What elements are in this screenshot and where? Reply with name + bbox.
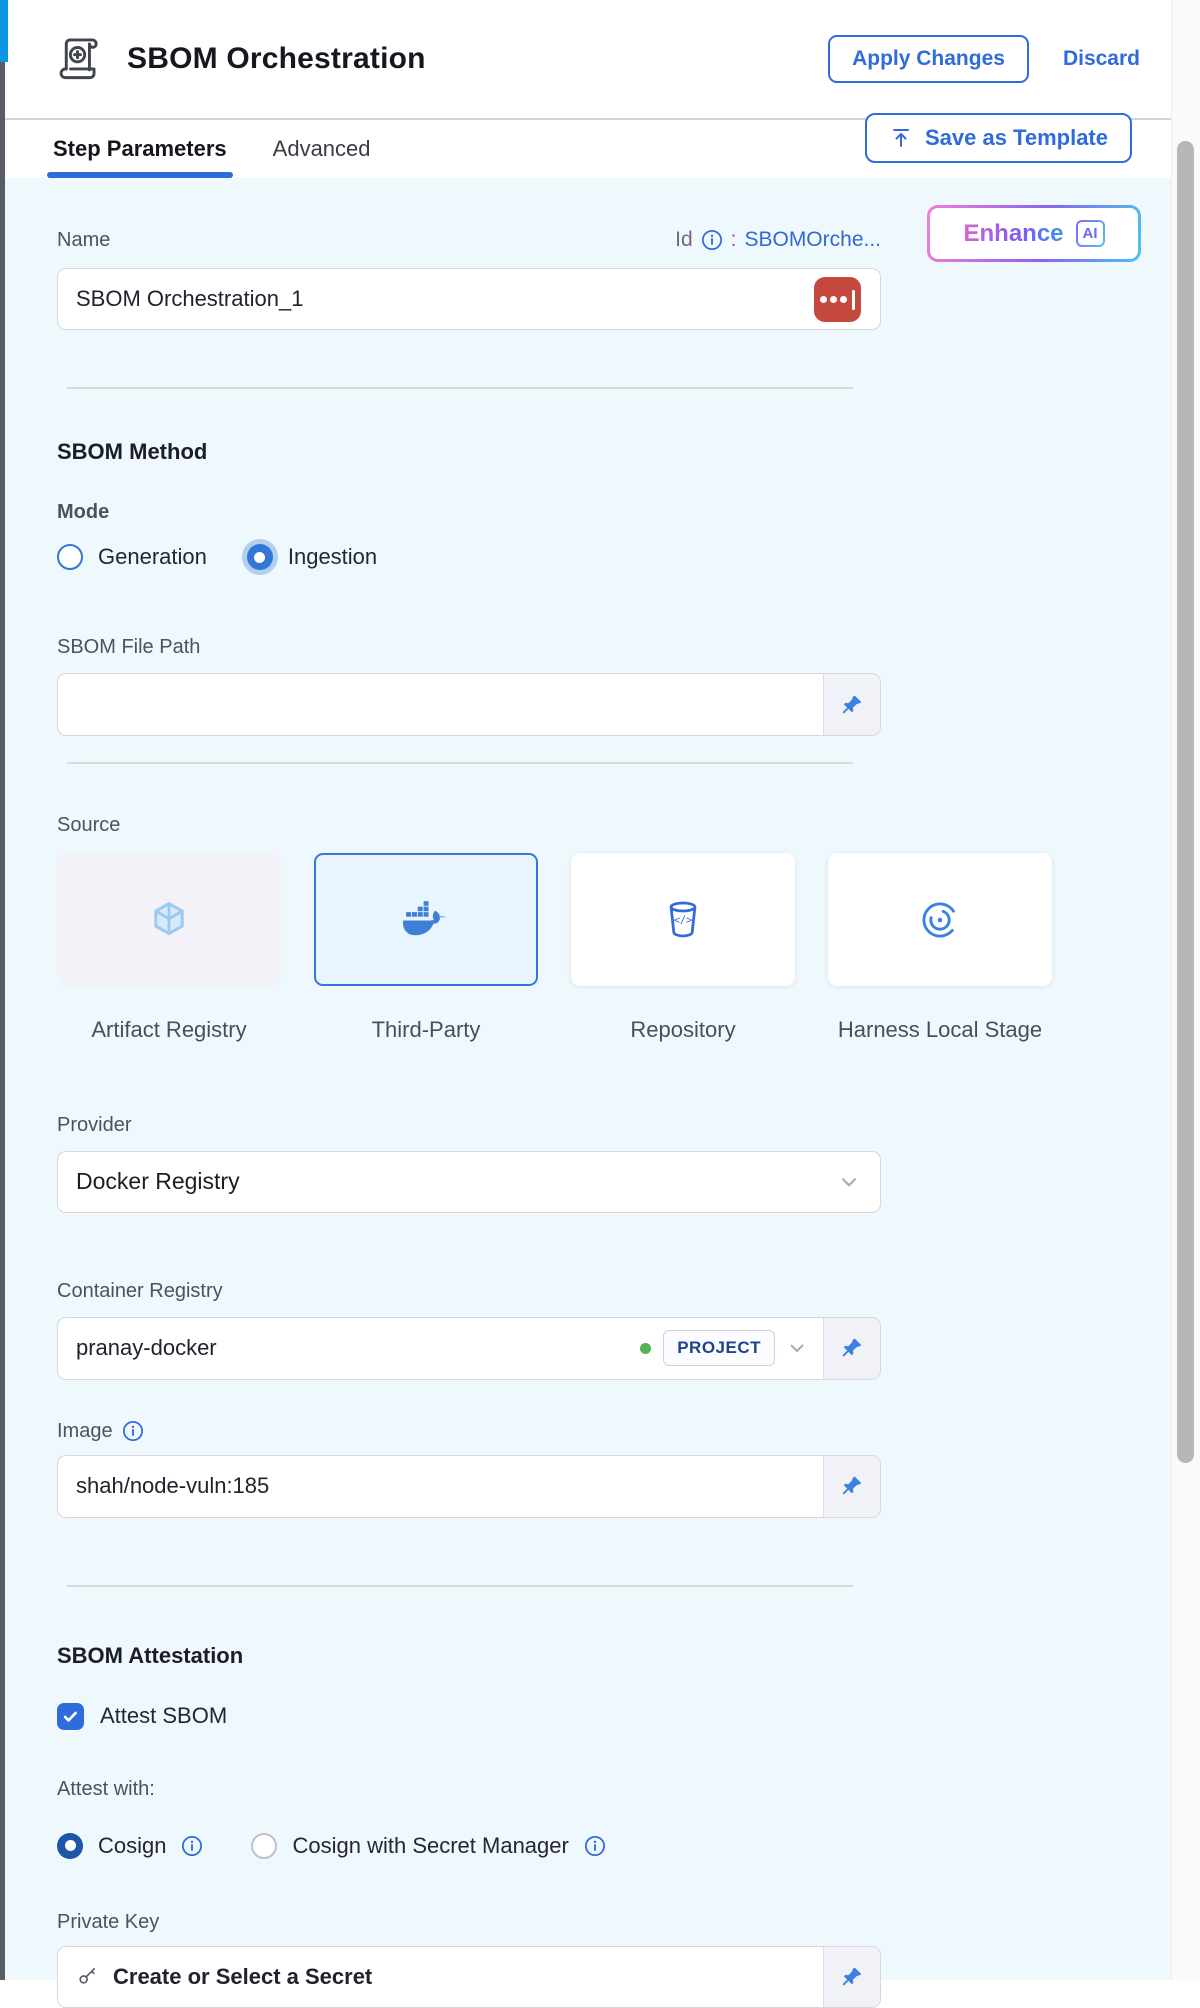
section-divider (67, 387, 853, 389)
private-key-field[interactable]: Create or Select a Secret (57, 1946, 881, 2008)
source-label-repository: Repository (630, 1014, 735, 1046)
private-key-label: Private Key (57, 1911, 1172, 1934)
step-id-value[interactable]: SBOMOrche... (744, 228, 881, 252)
image-input[interactable] (58, 1456, 823, 1517)
panel-header: SBOM Orchestration Apply Changes Discard (5, 0, 1172, 118)
enhance-label: Enhance (963, 220, 1063, 248)
source-card-harness-local-stage[interactable] (828, 853, 1052, 986)
apply-changes-button[interactable]: Apply Changes (828, 35, 1029, 83)
source-label-third-party: Third-Party (372, 1014, 481, 1046)
pin-toggle[interactable] (823, 1456, 880, 1517)
radio-ingestion-label: Ingestion (288, 544, 377, 570)
chevron-down-icon (836, 1169, 862, 1195)
artifact-registry-icon (147, 898, 191, 942)
save-as-template-button[interactable]: Save as Template (865, 113, 1132, 163)
sbom-file-path-label: SBOM File Path (57, 636, 1172, 659)
radio-cosign[interactable]: Cosign (57, 1833, 203, 1859)
provider-select[interactable]: Docker Registry (57, 1151, 881, 1213)
scroll-plus-icon (55, 33, 107, 85)
container-registry-input[interactable] (58, 1318, 640, 1379)
attest-sbom-label: Attest SBOM (100, 1703, 227, 1729)
radio-cosign-control[interactable] (57, 1833, 83, 1859)
radio-ingestion-control[interactable] (247, 544, 273, 570)
info-icon[interactable] (701, 229, 723, 251)
tab-bar: Step Parameters Advanced Save as Templat… (5, 118, 1172, 178)
info-icon[interactable] (584, 1835, 606, 1857)
private-key-value-area[interactable]: Create or Select a Secret (58, 1947, 823, 2007)
tab-step-parameters[interactable]: Step Parameters (53, 120, 227, 178)
image-label: Image (57, 1420, 113, 1443)
source-card-third-party[interactable] (314, 853, 538, 986)
radio-cosign-secret-manager-label: Cosign with Secret Manager (292, 1833, 568, 1859)
provider-label: Provider (57, 1114, 1172, 1137)
attest-with-label: Attest with: (57, 1778, 1172, 1801)
sbom-file-path-field (57, 673, 881, 736)
connector-status-dot (640, 1343, 651, 1354)
container-registry-label: Container Registry (57, 1280, 1172, 1303)
discard-button[interactable]: Discard (1063, 47, 1140, 71)
chevron-down-icon[interactable] (785, 1336, 809, 1360)
scope-badge[interactable]: PROJECT (663, 1330, 775, 1366)
source-label-harness-local-stage: Harness Local Stage (838, 1014, 1042, 1046)
key-icon (76, 1965, 99, 1988)
provider-value: Docker Registry (76, 1168, 836, 1195)
corner-accent-bar (0, 0, 8, 62)
radio-cosign-label: Cosign (98, 1833, 166, 1859)
sbom-attestation-heading: SBOM Attestation (57, 1643, 1172, 1669)
page-title: SBOM Orchestration (127, 42, 828, 76)
sbom-file-path-input[interactable] (58, 674, 823, 735)
save-as-template-label: Save as Template (925, 125, 1108, 151)
container-registry-field: PROJECT (57, 1317, 881, 1380)
pin-toggle[interactable] (823, 1318, 880, 1379)
radio-generation-control[interactable] (57, 544, 83, 570)
section-divider (67, 762, 853, 764)
source-card-artifact-registry[interactable] (57, 853, 281, 986)
name-label: Name (57, 229, 110, 252)
info-icon[interactable] (122, 1420, 144, 1442)
red-dots-extension-icon[interactable] (814, 277, 861, 322)
radio-ingestion[interactable]: Ingestion (247, 544, 377, 570)
info-icon[interactable] (181, 1835, 203, 1857)
mode-label: Mode (57, 501, 1172, 524)
id-label: Id (675, 228, 693, 252)
docker-icon (402, 900, 450, 940)
step-parameters-form: Enhance AI Name Id : SBOMOrche... (5, 178, 1172, 1980)
id-separator: : (731, 228, 737, 252)
pin-toggle[interactable] (823, 1947, 880, 2007)
radio-generation-label: Generation (98, 544, 207, 570)
svg-text:</>: </> (674, 914, 693, 926)
source-label: Source (57, 814, 1172, 837)
image-field (57, 1455, 881, 1518)
private-key-placeholder: Create or Select a Secret (113, 1964, 372, 1990)
step-config-panel: SBOM Orchestration Apply Changes Discard… (5, 0, 1172, 1980)
name-input[interactable] (57, 268, 881, 330)
source-label-artifact-registry: Artifact Registry (91, 1014, 246, 1046)
enhance-ai-button[interactable]: Enhance AI (927, 205, 1141, 262)
attest-sbom-checkbox-row[interactable]: Attest SBOM (57, 1703, 1172, 1730)
scrollbar-thumb[interactable] (1177, 141, 1194, 1463)
radio-cosign-secret-manager[interactable]: Cosign with Secret Manager (251, 1833, 605, 1859)
tab-advanced[interactable]: Advanced (273, 120, 371, 178)
pin-toggle[interactable] (823, 674, 880, 735)
source-card-repository[interactable]: </> (571, 853, 795, 986)
repository-icon: </> (661, 898, 705, 942)
harness-stage-icon (917, 897, 963, 943)
section-divider (67, 1585, 853, 1587)
radio-generation[interactable]: Generation (57, 544, 207, 570)
scrollbar-track[interactable] (1171, 0, 1200, 1980)
upload-icon (889, 126, 913, 150)
radio-cosign-secret-manager-control[interactable] (251, 1833, 277, 1859)
ai-badge: AI (1076, 220, 1105, 247)
attest-sbom-checkbox[interactable] (57, 1703, 84, 1730)
sbom-method-heading: SBOM Method (57, 439, 1172, 465)
